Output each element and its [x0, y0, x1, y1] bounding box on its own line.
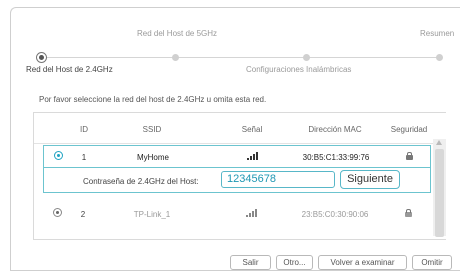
row-1-mac: 30:B5:C1:33:99:76	[302, 153, 370, 162]
scrollbar-thumb[interactable]	[435, 149, 444, 237]
scroll-up-arrow-icon[interactable]	[436, 140, 442, 145]
signal-strength-icon	[246, 208, 260, 217]
step-track	[40, 57, 440, 58]
step-2-label: Red del Host de 5GHz	[137, 29, 218, 38]
step-4-marker	[436, 54, 443, 61]
row-2-ssid: TP-Link_1	[133, 210, 171, 219]
row-2-mac: 23:B5:C0:30:90:06	[301, 210, 369, 219]
row-1-ssid: MyHome	[136, 153, 170, 162]
row-2-id: 2	[80, 210, 86, 219]
lock-icon	[405, 209, 412, 217]
table-row[interactable]: 2 TP-Link_1 23:B5:C0:30:90:06	[34, 199, 436, 226]
host-network-table: ID SSID Señal Dirección MAC Seguridad 1 …	[33, 112, 446, 240]
exit-button[interactable]: Salir	[230, 255, 271, 270]
col-header-mac: Dirección MAC	[308, 125, 362, 134]
signal-strength-icon	[247, 151, 261, 160]
row-1-radio[interactable]	[54, 151, 63, 160]
col-header-security: Seguridad	[390, 125, 428, 134]
col-header-id: ID	[80, 125, 88, 134]
step-4-label: Resumen	[420, 29, 455, 38]
header-divider	[34, 143, 446, 144]
row-1-id: 1	[81, 153, 87, 162]
table-row-selected[interactable]: 1 MyHome 30:B5:C1:33:99:76 Contraseña de…	[43, 145, 431, 193]
row-2-radio[interactable]	[53, 208, 62, 217]
col-header-ssid: SSID	[142, 125, 162, 134]
other-button[interactable]: Otro...	[276, 255, 313, 270]
step-1-label: Red del Host de 2.4GHz	[26, 65, 113, 74]
skip-button[interactable]: Omitir	[412, 255, 452, 270]
password-label: Contraseña de 2.4GHz del Host:	[83, 177, 199, 186]
instruction-text: Por favor seleccione la red del host de …	[39, 95, 267, 104]
lock-icon	[406, 152, 413, 160]
rescan-button[interactable]: Volver a examinar	[318, 255, 407, 270]
step-3-marker	[303, 54, 310, 61]
col-header-signal: Señal	[241, 125, 263, 134]
password-input[interactable]: 12345678	[221, 171, 335, 188]
table-scrollbar[interactable]	[433, 139, 446, 237]
password-divider	[44, 167, 430, 168]
step-3-label: Configuraciones Inalámbricas	[246, 65, 352, 74]
step-2-marker	[172, 54, 179, 61]
next-button[interactable]: Siguiente	[340, 170, 400, 189]
step-1-marker	[36, 52, 47, 63]
